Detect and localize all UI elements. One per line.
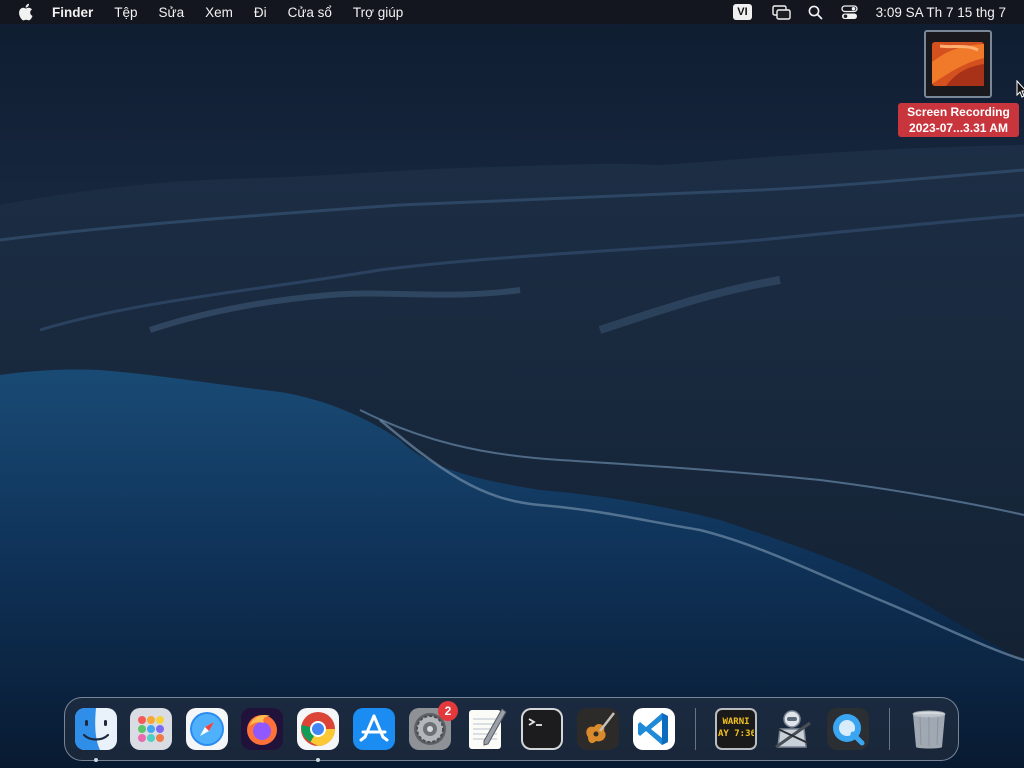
menu-help[interactable]: Trợ giúp [353,5,403,20]
dock-quicktime[interactable] [826,707,870,751]
menu-view[interactable]: Xem [205,5,233,20]
safari-icon [186,708,228,750]
desktop-file-name-line1: Screen Recording [907,105,1010,119]
notification-badge: 2 [438,701,458,721]
dock-launchpad[interactable] [129,707,173,751]
dock-separator [695,708,696,750]
trash-icon [912,710,946,749]
dock: 2 WARNI AY 7:36 [64,697,959,762]
menu-edit[interactable]: Sửa [159,5,185,20]
dock-trash[interactable] [907,707,951,751]
video-thumbnail-icon[interactable] [924,30,992,98]
console-log-text: WARNI AY 7:36 [718,716,754,740]
textedit-icon [469,708,507,749]
desktop-file-label[interactable]: Screen Recording 2023-07...3.31 AM [898,103,1019,137]
chrome-icon [297,708,339,750]
automator-icon [775,710,811,749]
desktop-file-name-line2: 2023-07...3.31 AM [909,121,1008,135]
dock-automator[interactable] [770,707,814,751]
menu-go[interactable]: Đi [254,5,267,20]
dock-app-store[interactable] [352,707,396,751]
console-log-line2: AY 7:36 [718,729,754,739]
mouse-cursor-icon [1016,80,1024,98]
finder-icon [75,708,117,750]
control-center-icon[interactable] [840,3,860,21]
dock-finder[interactable] [74,707,118,751]
input-source-badge[interactable]: VI [733,4,752,20]
launchpad-icon [130,708,172,750]
wallpaper [0,0,1024,768]
vscode-icon [633,708,675,750]
dock-firefox[interactable] [240,707,284,751]
desktop[interactable]: Finder Tệp Sửa Xem Đi Cửa sổ Trợ giúp VI [0,0,1024,768]
terminal-icon [521,708,563,750]
chrome-running-indicator [316,758,320,762]
menu-finder[interactable]: Finder [52,5,93,20]
garageband-icon [577,708,619,750]
quicktime-icon [827,708,869,750]
dock-console[interactable]: WARNI AY 7:36 [714,707,758,751]
app-store-icon [353,708,395,750]
firefox-icon [241,708,283,750]
dock-textedit[interactable] [464,707,508,751]
spotlight-search-icon[interactable] [806,3,826,21]
dock-separator-trash [889,708,890,750]
menu-bar: Finder Tệp Sửa Xem Đi Cửa sổ Trợ giúp VI [0,0,1024,24]
apple-logo-icon[interactable] [17,3,35,21]
dock-safari[interactable] [185,707,229,751]
menu-file[interactable]: Tệp [114,5,137,20]
finder-running-indicator [94,758,98,762]
dock-system-settings[interactable]: 2 [408,701,458,751]
console-log-line1: WARNI [722,717,750,727]
menubar-clock[interactable]: 3:09 SA Th 7 15 thg 7 [876,5,1006,20]
dock-garageband[interactable] [576,707,620,751]
dock-chrome[interactable] [296,707,340,751]
menu-window[interactable]: Cửa sổ [288,5,332,20]
dock-terminal[interactable] [520,707,564,751]
screen-mirroring-icon[interactable] [772,3,792,21]
dock-vscode[interactable] [632,707,676,751]
